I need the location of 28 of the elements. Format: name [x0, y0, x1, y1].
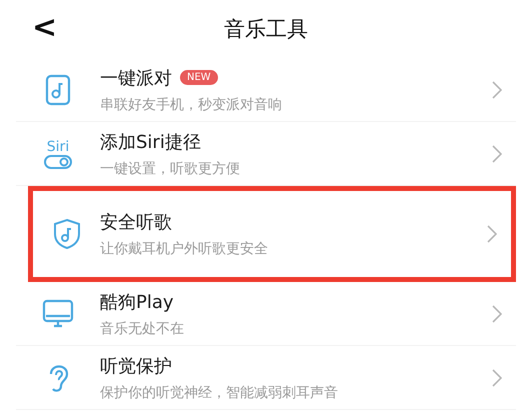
highlighted-menu-item[interactable]: 安全听歌 让你戴耳机户外听歌更安全: [28, 186, 516, 282]
item-subtitle: 音乐无处不在: [100, 320, 185, 338]
monitor-icon: [42, 298, 74, 328]
item-subtitle: 串联好友手机，秒变派对音响: [100, 96, 283, 114]
item-subtitle: 一键设置，听歌更方便: [100, 160, 241, 178]
shield-music-icon: [52, 218, 80, 250]
menu-item[interactable]: 酷狗Play 音乐无处不在: [16, 282, 516, 346]
new-badge: NEW: [180, 70, 218, 85]
toggle-icon: [44, 154, 72, 168]
item-title: 酷狗Play: [100, 290, 174, 314]
siri-label: Siri: [46, 138, 70, 154]
chevron-right-icon: [492, 80, 502, 98]
item-subtitle: 保护你的听觉神经，智能减弱刺耳声音: [100, 384, 339, 402]
item-title: 听觉保护: [100, 354, 172, 378]
item-title: 安全听歌: [100, 211, 172, 234]
menu-item[interactable]: 一键派对 NEW 串联好友手机，秒变派对音响: [16, 58, 516, 122]
menu-item[interactable]: 听觉保护 保护你的听觉神经，智能减弱刺耳声音: [16, 346, 516, 410]
menu-item[interactable]: Siri 添加Siri捷径 一键设置，听歌更方便: [16, 122, 516, 186]
phone-music-icon: [45, 74, 71, 106]
chevron-right-icon: [492, 368, 502, 386]
chevron-right-icon: [492, 144, 502, 162]
chevron-right-icon: [487, 225, 497, 243]
back-button[interactable]: <: [26, 10, 64, 45]
page-title: 音乐工具: [224, 16, 308, 43]
item-subtitle: 让你戴耳机户外听歌更安全: [100, 240, 269, 258]
item-title: 一键派对: [100, 66, 172, 90]
item-title: 添加Siri捷径: [100, 130, 201, 154]
chevron-right-icon: [492, 304, 502, 322]
